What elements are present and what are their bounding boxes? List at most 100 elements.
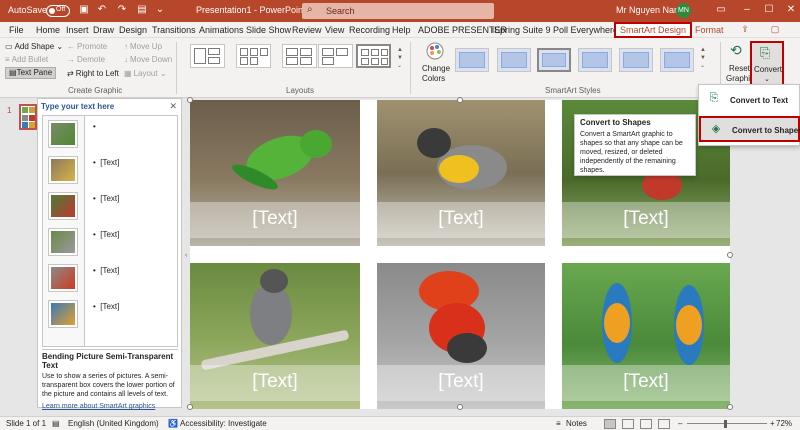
picture-placeholder-2[interactable] [48,156,78,184]
normal-view-icon[interactable] [604,419,616,429]
tab-animations[interactable]: Animations [199,25,244,35]
tab-help[interactable]: Help [392,25,411,35]
layouts-scroll-arrows[interactable]: ▲ ▼ ⌄ [397,46,403,70]
smartart-picture-2[interactable]: [Text] [377,100,545,246]
autosave-toggle[interactable]: Off [46,5,70,17]
close-icon[interactable]: ✕ [169,101,177,112]
layout-option-3[interactable] [282,44,317,68]
smartart-picture-5[interactable]: [Text] [377,263,545,409]
layout-option-selected[interactable] [356,44,391,68]
style-option-1[interactable] [455,48,489,72]
layout-button[interactable]: ▦ Layout ⌄ [124,69,167,78]
picture-caption[interactable]: [Text] [562,371,730,393]
tab-insert[interactable]: Insert [66,25,89,35]
redo-icon[interactable]: ↷ [116,4,128,16]
tab-view[interactable]: View [325,25,344,35]
styles-scroll-arrows[interactable]: ▲ ▼ ⌄ [700,46,706,70]
picture-placeholder-4[interactable] [48,228,78,256]
text-pane-bullet[interactable]: • [Text] [93,266,119,275]
ribbon-display-icon[interactable]: ▭ [714,3,728,17]
zoom-in-icon[interactable]: + [770,419,775,428]
picture-caption[interactable]: [Text] [562,208,730,230]
reading-view-icon[interactable] [640,419,652,429]
language-indicator[interactable]: English (United Kingdom) [68,419,159,428]
maximize-icon[interactable]: ☐ [762,3,776,17]
right-to-left-button[interactable]: ⇄ Right to Left [67,69,119,78]
picture-caption[interactable]: [Text] [190,371,360,393]
resize-handle[interactable] [457,404,463,410]
picture-caption[interactable]: [Text] [190,208,360,230]
tab-slide-show[interactable]: Slide Show [246,25,291,35]
tab-design[interactable]: Design [119,25,147,35]
zoom-slider-thumb[interactable] [724,420,727,428]
layout-option-2[interactable] [236,44,271,68]
close-icon[interactable]: ✕ [784,3,798,17]
smartart-picture-1[interactable]: [Text] [190,100,360,246]
slideshow-icon[interactable]: ▤ [136,4,148,16]
notes-button[interactable]: Notes [566,419,587,428]
picture-placeholder-5[interactable] [48,264,78,292]
accessibility-status[interactable]: Accessibility: Investigate [180,419,267,428]
convert-to-shapes-item[interactable]: ◈ Convert to Shapes [699,116,800,142]
style-option-6[interactable] [660,48,694,72]
tab-poll-everywhere[interactable]: Poll Everywhere [553,25,618,35]
spellcheck-icon[interactable]: ▤ [52,419,60,428]
text-pane-bullet[interactable]: • [Text] [93,302,119,311]
tab-file[interactable]: File [9,25,24,35]
tab-ispring[interactable]: iSpring Suite 9 [492,25,551,35]
resize-handle[interactable] [187,97,193,103]
resize-handle[interactable] [727,404,733,410]
style-option-selected[interactable] [537,48,571,72]
resize-handle[interactable] [457,97,463,103]
smartart-picture-6[interactable]: [Text] [562,263,730,409]
add-shape-button[interactable]: ▭ Add Shape ⌄ [5,42,63,51]
change-colors-button[interactable]: Change Colors [419,42,451,86]
tab-review[interactable]: Review [292,25,322,35]
text-pane-toggle-icon[interactable]: ‹ [185,252,187,259]
minimize-icon[interactable]: – [740,3,754,17]
text-pane-bullet[interactable]: • [93,122,100,131]
smartart-picture-4[interactable]: [Text] [190,263,360,409]
zoom-level[interactable]: 72% [776,419,792,428]
tab-recording[interactable]: Recording [349,25,390,35]
resize-handle[interactable] [187,404,193,410]
layout-option-1[interactable] [190,44,225,68]
qat-more-icon[interactable]: ⌄ [154,4,166,16]
comments-icon[interactable]: ▢ [768,24,782,36]
text-pane-bullet[interactable]: • [Text] [93,158,119,167]
style-option-4[interactable] [578,48,612,72]
style-option-2[interactable] [497,48,531,72]
accessibility-icon[interactable]: ♿ [168,419,178,428]
slide-thumbnail[interactable] [19,104,37,130]
zoom-out-icon[interactable]: – [678,419,682,428]
text-pane-button[interactable]: ▤Text Pane [5,67,57,79]
slideshow-view-icon[interactable] [658,419,670,429]
picture-caption[interactable]: [Text] [377,371,545,393]
tab-format[interactable]: Format [695,25,724,35]
picture-placeholder-1[interactable] [48,120,78,148]
undo-icon[interactable]: ↶ [96,4,108,16]
tab-transitions[interactable]: Transitions [152,25,196,35]
search-box[interactable]: ⌕ Search [302,3,494,19]
layout-option-4[interactable] [318,44,353,68]
zoom-slider[interactable] [687,423,767,424]
slide-sorter-view-icon[interactable] [622,419,634,429]
promote-button[interactable]: ← Promote [67,42,107,51]
text-pane-bullet[interactable]: • [Text] [93,230,119,239]
add-bullet-button[interactable]: ≡ Add Bullet [5,55,48,64]
tab-smartart-design[interactable]: SmartArt Design [614,22,693,38]
tab-draw[interactable]: Draw [93,25,114,35]
picture-placeholder-3[interactable] [48,192,78,220]
convert-button[interactable]: ⎘ Convert ⌄ [750,41,784,87]
learn-more-link[interactable]: Learn more about SmartArt graphics [42,402,178,411]
resize-handle[interactable] [727,252,733,258]
picture-caption[interactable]: [Text] [377,208,545,230]
reset-graphic-button[interactable]: ⟲ Reset Graphic [725,42,754,86]
share-icon[interactable]: ⇪ [738,24,752,36]
picture-placeholder-6[interactable] [48,300,78,328]
move-up-button[interactable]: ↑ Move Up [124,42,162,51]
avatar[interactable]: MN [676,3,691,18]
move-down-button[interactable]: ↓ Move Down [124,55,172,64]
text-pane-bullet[interactable]: • [Text] [93,194,119,203]
tab-home[interactable]: Home [36,25,60,35]
